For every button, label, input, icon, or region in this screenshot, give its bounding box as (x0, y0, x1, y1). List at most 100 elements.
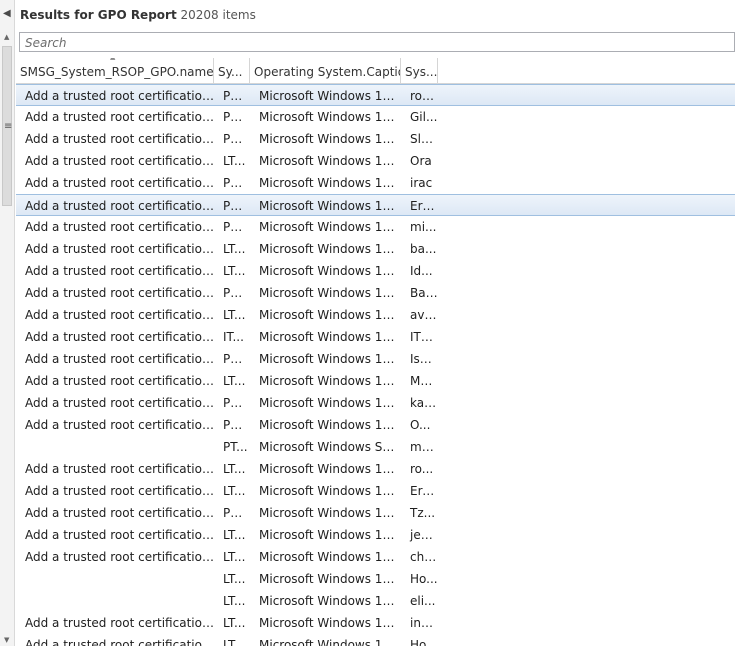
cell-gpo-name: Add a trusted root certification a... (25, 110, 214, 124)
cell-sy: PC... (223, 396, 250, 410)
table-row[interactable]: Add a trusted root certification a... PC.… (16, 128, 735, 150)
column-header-os-caption[interactable]: Operating System.Caption (250, 58, 401, 83)
cell-os-caption: Microsoft Windows 10 E... (259, 132, 401, 146)
cell-sys: Ere... (410, 484, 438, 498)
cell-sys: Tz... (410, 506, 436, 520)
cell-sy: PC... (223, 89, 250, 103)
scroll-up-arrow-icon[interactable]: ▲ (4, 33, 9, 41)
cell-sys: avi... (410, 308, 438, 322)
column-header-label: Sys... (405, 65, 438, 79)
table-row[interactable]: Add a trusted root certification a... LT.… (16, 238, 735, 260)
table-row[interactable]: Add a trusted root certification a... PC.… (16, 84, 735, 106)
table-row[interactable]: Add a trusted root certification a... PC.… (16, 282, 735, 304)
cell-gpo-name: Add a trusted root certification a... (25, 352, 214, 366)
results-title-name: Results for GPO Report (20, 8, 177, 22)
table-row[interactable]: Add a trusted root certification a... LT.… (16, 260, 735, 282)
table-row[interactable]: Add a trusted root certification a... IT.… (16, 326, 735, 348)
table-row[interactable]: Add a trusted root certification a... LT.… (16, 634, 735, 646)
table-row[interactable]: LT... Microsoft Windows 10 E... Ho... (16, 568, 735, 590)
column-header-gpo-name[interactable]: ▲ SMSG_System_RSOP_GPO.name (16, 58, 214, 83)
cell-os-caption: Microsoft Windows 10 E... (259, 154, 401, 168)
scroll-down-arrow-icon[interactable]: ▼ (4, 636, 9, 644)
cell-sys: irac (410, 176, 433, 190)
cell-sy: PC... (223, 132, 250, 146)
cell-sy: LT... (223, 484, 246, 498)
cell-gpo-name: Add a trusted root certification a... (25, 506, 214, 520)
cell-sys: Id... (410, 264, 433, 278)
cell-gpo-name: Add a trusted root certification a... (25, 154, 214, 168)
cell-sys: Era... (410, 199, 438, 213)
table-row[interactable]: Add a trusted root certification a... PC.… (16, 194, 735, 216)
cell-sy: PC... (223, 506, 250, 520)
table-row[interactable]: Add a trusted root certification a... PC.… (16, 392, 735, 414)
cell-gpo-name: Add a trusted root certification a... (25, 199, 214, 213)
cell-gpo-name: Add a trusted root certification a... (25, 616, 214, 630)
cell-sy: LT... (223, 638, 246, 646)
search-input[interactable]: Search (19, 32, 735, 52)
results-title: Results for GPO Report 20208 items (20, 8, 256, 22)
cell-gpo-name: Add a trusted root certification a... (25, 330, 214, 344)
cell-sys: O... (410, 418, 431, 432)
cell-os-caption: Microsoft Windows 10 E... (259, 89, 401, 103)
table-row[interactable]: Add a trusted root certification a... LT.… (16, 480, 735, 502)
cell-sy: PT... (223, 440, 248, 454)
table-row[interactable]: Add a trusted root certification a... PC.… (16, 348, 735, 370)
results-item-count: 20208 items (180, 8, 256, 22)
table-row[interactable]: LT... Microsoft Windows 10 E... eli... (16, 590, 735, 612)
table-row[interactable]: Add a trusted root certification a... LT.… (16, 524, 735, 546)
column-header-label: Sy... (218, 65, 243, 79)
cell-gpo-name: Add a trusted root certification a... (25, 374, 214, 388)
cell-os-caption: Microsoft Windows 10 E... (259, 396, 401, 410)
cell-gpo-name: Add a trusted root certification a... (25, 89, 214, 103)
cell-sys: Ho... (410, 572, 438, 586)
table-row[interactable]: Add a trusted root certification a... LT.… (16, 458, 735, 480)
cell-sy: LT... (223, 616, 246, 630)
table-row[interactable]: Add a trusted root certification a... PC.… (16, 106, 735, 128)
column-header-label: SMSG_System_RSOP_GPO.name (20, 65, 214, 79)
cell-sy: LT... (223, 462, 246, 476)
cell-sy: PC... (223, 418, 250, 432)
cell-sys: kar... (410, 396, 438, 410)
grid-header: ▲ SMSG_System_RSOP_GPO.name Sy... Operat… (16, 58, 735, 84)
cell-os-caption: Microsoft Windows 10 E... (259, 638, 401, 646)
cell-gpo-name (16, 568, 214, 590)
cell-os-caption: Microsoft Windows 10 E... (259, 242, 401, 256)
table-row[interactable]: Add a trusted root certification a... LT.… (16, 612, 735, 634)
table-row[interactable]: Add a trusted root certification a... PC.… (16, 414, 735, 436)
column-header-label: Operating System.Caption (254, 65, 401, 79)
search-placeholder: Search (25, 36, 67, 50)
table-row[interactable]: Add a trusted root certification a... LT.… (16, 546, 735, 568)
cell-gpo-name: Add a trusted root certification a... (25, 484, 214, 498)
grip-icon[interactable]: ≡ (4, 122, 12, 132)
cell-gpo-name: Add a trusted root certification a... (25, 264, 214, 278)
cell-sy: IT... (223, 330, 244, 344)
cell-os-caption: Microsoft Windows 10 E... (259, 308, 401, 322)
cell-gpo-name: Add a trusted root certification a... (25, 308, 214, 322)
cell-sy: PC... (223, 286, 250, 300)
cell-os-caption: Microsoft Windows Serv... (259, 440, 401, 454)
table-row[interactable]: Add a trusted root certification a... LT.… (16, 304, 735, 326)
cell-sys: jen... (410, 528, 438, 542)
cell-sys: me... (410, 440, 438, 454)
cell-sys: inb... (410, 616, 438, 630)
table-row[interactable]: Add a trusted root certification a... PC.… (16, 502, 735, 524)
side-pane-strip: ◀ ▲ ≡ ▼ (0, 0, 15, 646)
cell-sy: LT... (223, 550, 246, 564)
cell-os-caption: Microsoft Windows 10 E... (259, 330, 401, 344)
column-header-sys[interactable]: Sys... (401, 58, 438, 83)
table-row[interactable]: Add a trusted root certification a... LT.… (16, 370, 735, 392)
table-row[interactable]: PT... Microsoft Windows Serv... me... (16, 436, 735, 458)
table-row[interactable]: Add a trusted root certification a... PC.… (16, 216, 735, 238)
table-row[interactable]: Add a trusted root certification a... LT.… (16, 150, 735, 172)
cell-gpo-name: Add a trusted root certification a... (25, 132, 214, 146)
cell-os-caption: Microsoft Windows 10 E... (259, 616, 401, 630)
cell-sy: LT... (223, 308, 246, 322)
cell-sys: Isa... (410, 352, 438, 366)
cell-sy: PC... (223, 352, 250, 366)
table-row[interactable]: Add a trusted root certification a... PC.… (16, 172, 735, 194)
cell-os-caption: Microsoft Windows 10 E... (259, 528, 401, 542)
column-header-sy[interactable]: Sy... (214, 58, 250, 83)
cell-sy: PC... (223, 220, 250, 234)
cell-os-caption: Microsoft Windows 10 E... (259, 110, 401, 124)
collapse-pane-icon[interactable]: ◀ (3, 8, 11, 19)
